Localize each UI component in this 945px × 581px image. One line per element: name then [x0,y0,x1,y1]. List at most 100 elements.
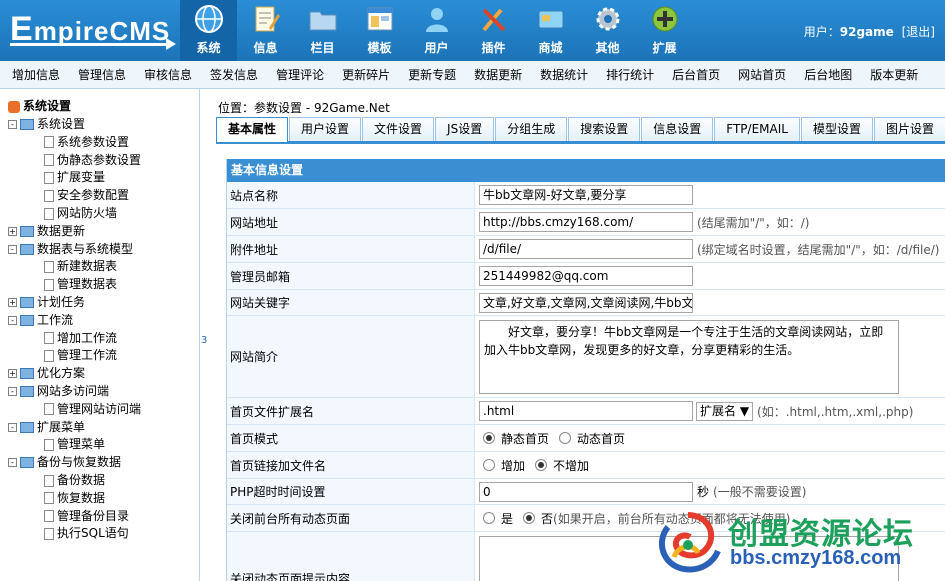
subnav-link[interactable]: 审核信息 [144,66,192,83]
tree-item[interactable]: 备份数据 [44,471,105,488]
collapse-icon[interactable]: - [8,315,17,325]
main-nav-item[interactable]: 系统 [180,0,237,61]
tree-item[interactable]: 系统参数设置 [44,133,129,150]
tree-label: 伪静态参数设置 [57,152,142,167]
subnav-link[interactable]: 数据更新 [474,66,522,83]
globe-icon [194,4,224,34]
tree-folder[interactable]: - 扩展菜单 [8,418,85,435]
tree-folder[interactable]: + 优化方案 [8,364,85,381]
settings-tab[interactable]: 图片设置 [873,117,945,141]
tree-item[interactable]: 安全参数配置 [44,186,129,203]
panel-splitter[interactable]: 3 [200,89,212,581]
subnav-link[interactable]: 管理信息 [78,66,126,83]
tree-item[interactable]: 扩展变量 [44,168,105,185]
page-icon [44,171,54,184]
settings-tab[interactable]: JS设置 [435,117,495,141]
subnav-link[interactable]: 排行统计 [606,66,654,83]
tree-folder[interactable]: - 备份与恢复数据 [8,453,121,470]
main-nav-item[interactable]: 用户 [408,0,465,61]
close-dynamic-no-radio[interactable] [523,512,536,524]
collapse-icon[interactable]: - [8,422,17,432]
main-nav-item[interactable]: 栏目 [294,0,351,61]
dynamic-index-radio[interactable] [559,432,572,444]
tree-folder[interactable]: + 计划任务 [8,293,85,310]
main-nav-label: 用户 [424,41,449,55]
subnav-link[interactable]: 版本更新 [870,66,918,83]
subnav-link[interactable]: 更新碎片 [342,66,390,83]
ext-select[interactable]: 扩展名 ▼ [696,401,754,421]
subnav-link[interactable]: 增加信息 [12,66,60,83]
empirecms-logo[interactable]: EmpireCMS [0,0,180,61]
tree-folder[interactable]: - 网站多访问端 [8,382,109,399]
settings-tab[interactable]: 用户设置 [289,117,362,141]
page-icon [44,403,54,416]
settings-tabs: 基本属性 用户设置 文件设置 JS设置 分组生成 搜索设置 信息设置 FTP/EMAIL 模型设… [216,117,945,144]
tree-label: 恢复数据 [57,490,106,505]
tree-item[interactable]: 管理数据表 [44,275,117,292]
phptimeout-input[interactable]: 0 [479,481,693,502]
main-nav-item[interactable]: 商城 [522,0,579,61]
subnav-link[interactable]: 网站首页 [738,66,786,83]
tree-folder[interactable]: - 工作流 [8,311,73,328]
subnav-link[interactable]: 后台首页 [672,66,720,83]
logout-link[interactable]: [退出] [902,25,935,39]
settings-tab[interactable]: 分组生成 [495,117,568,141]
page-icon [44,510,54,523]
main-nav-item[interactable]: 其他 [579,0,636,61]
tree-label: 工作流 [37,312,74,327]
tree-folder[interactable]: - 数据表与系统模型 [8,240,133,257]
intro-textarea[interactable]: 好文章，要分享！牛bb文章网是一个专注于生活的文章阅读网站，立即加入牛bb文章网… [479,319,899,394]
static-index-radio[interactable] [483,432,495,444]
tree-item[interactable]: 增加工作流 [44,329,117,346]
subnav-link[interactable]: 管理评论 [276,66,324,83]
subnav-link[interactable]: 签发信息 [210,66,258,83]
tree-item[interactable]: 恢复数据 [44,489,105,506]
keywords-input[interactable]: 文章,好文章,文章网,文章阅读网,牛bb文 [479,292,693,313]
email-input[interactable]: 251449982@qq.com [479,266,693,286]
tree-item[interactable]: 管理网站访问端 [44,400,141,417]
fileurl-input[interactable]: /d/file/ [479,239,693,259]
tree-item[interactable]: 执行SQL语句 [44,524,129,541]
sitename-input[interactable]: 牛bb文章网-好文章,要分享 [479,185,693,205]
collapse-icon[interactable]: - [8,387,17,396]
main-nav-item[interactable]: 插件 [465,0,522,61]
app-window: EmpireCMS 系统 信息 栏目 模板 用户 插件 商城 其他 扩展 用户：92game [… [0,0,945,581]
subnav-link[interactable]: 更新专题 [408,66,456,83]
settings-tab[interactable]: 搜索设置 [568,117,641,141]
field-label: 管理员邮箱 [227,263,475,289]
tree-folder[interactable]: + 数据更新 [8,222,85,239]
settings-tab[interactable]: FTP/EMAIL [714,117,800,141]
main-nav-label: 栏目 [310,41,335,55]
tree-item[interactable]: 管理备份目录 [44,507,129,524]
radio-label: 是 [501,511,514,526]
tree-item[interactable]: 管理菜单 [44,435,105,452]
expand-icon[interactable]: + [8,298,17,307]
settings-tab[interactable]: 基本属性 [216,117,289,142]
subnav-link[interactable]: 数据统计 [540,66,588,83]
close-dynamic-yes-radio[interactable] [483,512,495,524]
tree-item[interactable]: 管理工作流 [44,346,117,363]
collapse-icon[interactable]: - [8,244,17,254]
tree-label: 备份数据 [57,473,106,487]
add-filename-radio[interactable] [483,459,495,471]
tree-folder[interactable]: - 系统设置 [8,115,85,132]
settings-tab[interactable]: 文件设置 [362,117,435,141]
tree-root[interactable]: 系统设置 [8,97,71,114]
settings-tab[interactable]: 信息设置 [641,117,714,141]
no-add-filename-radio[interactable] [535,459,548,471]
radio-label: 不增加 [553,458,590,473]
expand-icon[interactable]: + [8,369,17,379]
expand-icon[interactable]: + [8,226,17,236]
settings-tab[interactable]: 模型设置 [800,117,873,141]
tree-item[interactable]: 网站防火墙 [44,204,117,221]
siteurl-input[interactable]: http://bbs.cmzy168.com/ [479,212,693,232]
collapse-icon[interactable]: - [8,458,17,468]
main-nav-item[interactable]: 信息 [237,0,294,61]
tree-item[interactable]: 伪静态参数设置 [44,151,141,168]
main-nav-item[interactable]: 扩展 [636,0,693,61]
subnav-link[interactable]: 后台地图 [804,66,852,83]
collapse-icon[interactable]: - [8,120,17,129]
tree-item[interactable]: 新建数据表 [44,257,117,274]
indexext-input[interactable]: .html [479,401,693,421]
main-nav-item[interactable]: 模板 [351,0,408,61]
